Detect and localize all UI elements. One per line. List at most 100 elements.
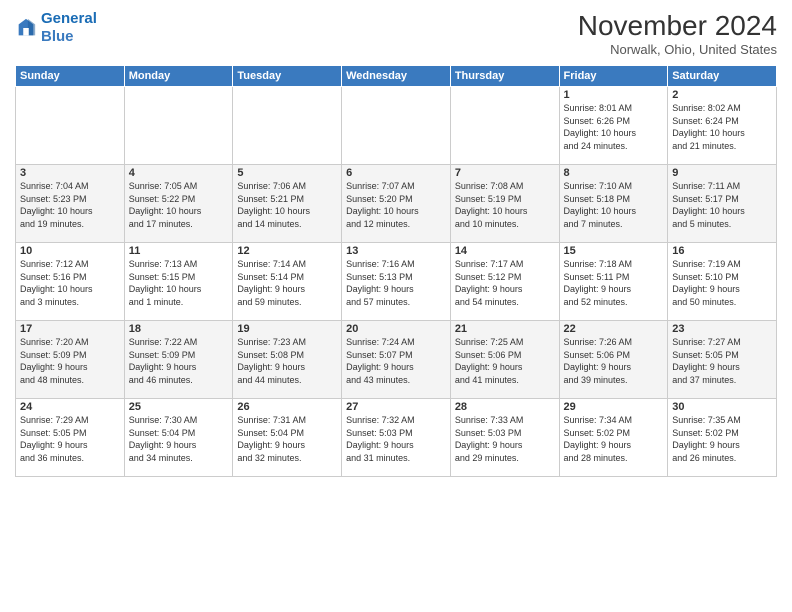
calendar-cell: 14Sunrise: 7:17 AM Sunset: 5:12 PM Dayli… — [450, 243, 559, 321]
calendar-cell: 3Sunrise: 7:04 AM Sunset: 5:23 PM Daylig… — [16, 165, 125, 243]
logo-line1: General — [41, 10, 97, 27]
day-number: 24 — [20, 401, 120, 413]
day-number: 4 — [129, 167, 229, 179]
day-number: 25 — [129, 401, 229, 413]
day-info: Sunrise: 7:13 AM Sunset: 5:15 PM Dayligh… — [129, 258, 229, 308]
day-number: 20 — [346, 323, 446, 335]
calendar-cell: 6Sunrise: 7:07 AM Sunset: 5:20 PM Daylig… — [342, 165, 451, 243]
week-row-5: 24Sunrise: 7:29 AM Sunset: 5:05 PM Dayli… — [16, 399, 777, 477]
week-row-1: 1Sunrise: 8:01 AM Sunset: 6:26 PM Daylig… — [16, 87, 777, 165]
day-info: Sunrise: 7:18 AM Sunset: 5:11 PM Dayligh… — [564, 258, 664, 308]
day-info: Sunrise: 7:17 AM Sunset: 5:12 PM Dayligh… — [455, 258, 555, 308]
day-number: 13 — [346, 245, 446, 257]
header-cell-friday: Friday — [559, 66, 668, 87]
calendar-cell: 26Sunrise: 7:31 AM Sunset: 5:04 PM Dayli… — [233, 399, 342, 477]
day-info: Sunrise: 8:01 AM Sunset: 6:26 PM Dayligh… — [564, 102, 664, 152]
day-info: Sunrise: 7:23 AM Sunset: 5:08 PM Dayligh… — [237, 336, 337, 386]
day-number: 12 — [237, 245, 337, 257]
calendar-cell — [342, 87, 451, 165]
day-info: Sunrise: 7:34 AM Sunset: 5:02 PM Dayligh… — [564, 414, 664, 464]
day-number: 30 — [672, 401, 772, 413]
header: General Blue November 2024 Norwalk, Ohio… — [15, 10, 777, 57]
day-info: Sunrise: 7:05 AM Sunset: 5:22 PM Dayligh… — [129, 180, 229, 230]
calendar-cell: 20Sunrise: 7:24 AM Sunset: 5:07 PM Dayli… — [342, 321, 451, 399]
header-cell-tuesday: Tuesday — [233, 66, 342, 87]
calendar-cell — [124, 87, 233, 165]
day-info: Sunrise: 8:02 AM Sunset: 6:24 PM Dayligh… — [672, 102, 772, 152]
day-info: Sunrise: 7:30 AM Sunset: 5:04 PM Dayligh… — [129, 414, 229, 464]
day-info: Sunrise: 7:25 AM Sunset: 5:06 PM Dayligh… — [455, 336, 555, 386]
day-info: Sunrise: 7:14 AM Sunset: 5:14 PM Dayligh… — [237, 258, 337, 308]
day-info: Sunrise: 7:07 AM Sunset: 5:20 PM Dayligh… — [346, 180, 446, 230]
calendar-cell: 29Sunrise: 7:34 AM Sunset: 5:02 PM Dayli… — [559, 399, 668, 477]
week-row-2: 3Sunrise: 7:04 AM Sunset: 5:23 PM Daylig… — [16, 165, 777, 243]
calendar-cell: 8Sunrise: 7:10 AM Sunset: 5:18 PM Daylig… — [559, 165, 668, 243]
day-number: 23 — [672, 323, 772, 335]
day-number: 22 — [564, 323, 664, 335]
calendar-cell: 5Sunrise: 7:06 AM Sunset: 5:21 PM Daylig… — [233, 165, 342, 243]
calendar-cell: 9Sunrise: 7:11 AM Sunset: 5:17 PM Daylig… — [668, 165, 777, 243]
calendar-cell: 15Sunrise: 7:18 AM Sunset: 5:11 PM Dayli… — [559, 243, 668, 321]
header-cell-sunday: Sunday — [16, 66, 125, 87]
day-info: Sunrise: 7:27 AM Sunset: 5:05 PM Dayligh… — [672, 336, 772, 386]
calendar-cell — [16, 87, 125, 165]
day-number: 1 — [564, 89, 664, 101]
header-cell-saturday: Saturday — [668, 66, 777, 87]
logo-icon — [15, 17, 37, 39]
header-cell-thursday: Thursday — [450, 66, 559, 87]
day-number: 17 — [20, 323, 120, 335]
day-info: Sunrise: 7:35 AM Sunset: 5:02 PM Dayligh… — [672, 414, 772, 464]
day-number: 19 — [237, 323, 337, 335]
day-info: Sunrise: 7:26 AM Sunset: 5:06 PM Dayligh… — [564, 336, 664, 386]
day-number: 6 — [346, 167, 446, 179]
day-number: 15 — [564, 245, 664, 257]
calendar-cell: 19Sunrise: 7:23 AM Sunset: 5:08 PM Dayli… — [233, 321, 342, 399]
calendar-cell: 22Sunrise: 7:26 AM Sunset: 5:06 PM Dayli… — [559, 321, 668, 399]
day-number: 21 — [455, 323, 555, 335]
week-row-4: 17Sunrise: 7:20 AM Sunset: 5:09 PM Dayli… — [16, 321, 777, 399]
week-row-3: 10Sunrise: 7:12 AM Sunset: 5:16 PM Dayli… — [16, 243, 777, 321]
header-cell-wednesday: Wednesday — [342, 66, 451, 87]
day-number: 10 — [20, 245, 120, 257]
logo: General Blue — [15, 10, 97, 46]
calendar-cell: 11Sunrise: 7:13 AM Sunset: 5:15 PM Dayli… — [124, 243, 233, 321]
header-cell-monday: Monday — [124, 66, 233, 87]
day-number: 5 — [237, 167, 337, 179]
calendar-cell: 30Sunrise: 7:35 AM Sunset: 5:02 PM Dayli… — [668, 399, 777, 477]
day-info: Sunrise: 7:11 AM Sunset: 5:17 PM Dayligh… — [672, 180, 772, 230]
calendar-cell — [450, 87, 559, 165]
day-number: 7 — [455, 167, 555, 179]
title-block: November 2024 Norwalk, Ohio, United Stat… — [578, 10, 777, 57]
day-info: Sunrise: 7:19 AM Sunset: 5:10 PM Dayligh… — [672, 258, 772, 308]
logo-line2: Blue — [41, 28, 74, 45]
day-number: 3 — [20, 167, 120, 179]
calendar-cell: 17Sunrise: 7:20 AM Sunset: 5:09 PM Dayli… — [16, 321, 125, 399]
calendar-cell: 18Sunrise: 7:22 AM Sunset: 5:09 PM Dayli… — [124, 321, 233, 399]
calendar-cell: 12Sunrise: 7:14 AM Sunset: 5:14 PM Dayli… — [233, 243, 342, 321]
day-number: 29 — [564, 401, 664, 413]
calendar-cell: 10Sunrise: 7:12 AM Sunset: 5:16 PM Dayli… — [16, 243, 125, 321]
day-info: Sunrise: 7:31 AM Sunset: 5:04 PM Dayligh… — [237, 414, 337, 464]
page-container: General Blue November 2024 Norwalk, Ohio… — [0, 0, 792, 482]
calendar-cell: 25Sunrise: 7:30 AM Sunset: 5:04 PM Dayli… — [124, 399, 233, 477]
day-number: 18 — [129, 323, 229, 335]
day-info: Sunrise: 7:32 AM Sunset: 5:03 PM Dayligh… — [346, 414, 446, 464]
day-number: 2 — [672, 89, 772, 101]
day-number: 16 — [672, 245, 772, 257]
calendar-cell: 7Sunrise: 7:08 AM Sunset: 5:19 PM Daylig… — [450, 165, 559, 243]
day-number: 9 — [672, 167, 772, 179]
day-info: Sunrise: 7:33 AM Sunset: 5:03 PM Dayligh… — [455, 414, 555, 464]
day-info: Sunrise: 7:12 AM Sunset: 5:16 PM Dayligh… — [20, 258, 120, 308]
day-info: Sunrise: 7:04 AM Sunset: 5:23 PM Dayligh… — [20, 180, 120, 230]
logo-text: General Blue — [41, 10, 97, 46]
location: Norwalk, Ohio, United States — [578, 42, 777, 57]
calendar-cell: 24Sunrise: 7:29 AM Sunset: 5:05 PM Dayli… — [16, 399, 125, 477]
day-info: Sunrise: 7:16 AM Sunset: 5:13 PM Dayligh… — [346, 258, 446, 308]
day-number: 14 — [455, 245, 555, 257]
calendar-cell: 2Sunrise: 8:02 AM Sunset: 6:24 PM Daylig… — [668, 87, 777, 165]
day-number: 26 — [237, 401, 337, 413]
day-number: 8 — [564, 167, 664, 179]
day-number: 11 — [129, 245, 229, 257]
day-info: Sunrise: 7:20 AM Sunset: 5:09 PM Dayligh… — [20, 336, 120, 386]
month-title: November 2024 — [578, 10, 777, 42]
